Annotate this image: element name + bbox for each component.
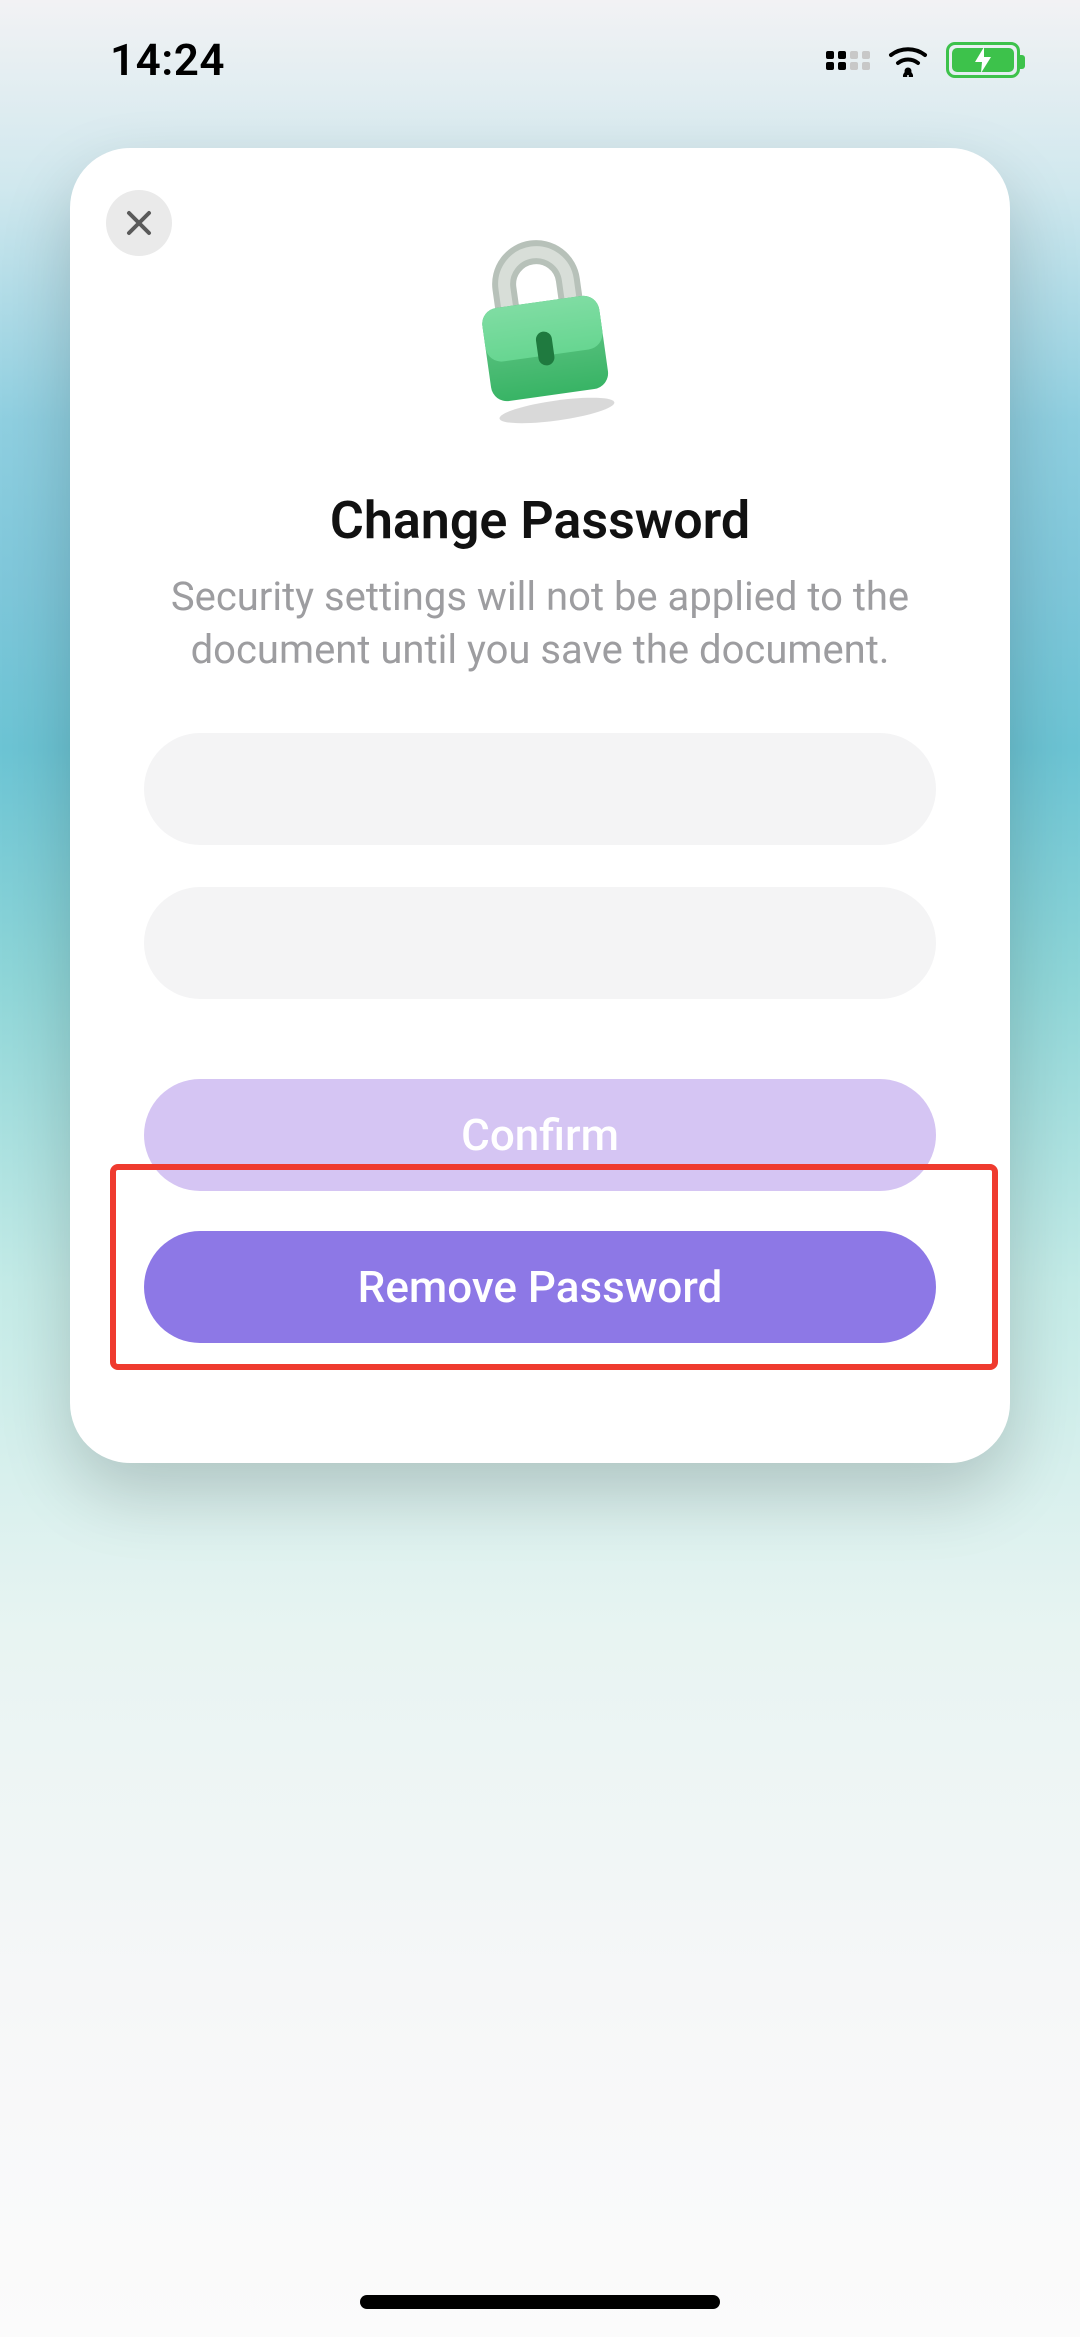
- confirm-button[interactable]: Confirm: [144, 1079, 936, 1191]
- wifi-icon: [886, 43, 930, 77]
- change-password-modal: Change Password Security settings will n…: [70, 148, 1010, 1463]
- status-icons: [826, 42, 1020, 78]
- lock-icon: [445, 226, 635, 430]
- remove-password-button-label: Remove Password: [358, 1261, 723, 1313]
- home-indicator: [360, 2295, 720, 2309]
- status-time: 14:24: [110, 34, 225, 86]
- signal-icon: [826, 51, 870, 70]
- modal-title: Change Password: [106, 490, 974, 551]
- confirm-button-label: Confirm: [461, 1109, 619, 1161]
- status-bar: 14:24: [0, 0, 1080, 120]
- confirm-password-field[interactable]: [144, 887, 936, 999]
- battery-charging-icon: [946, 42, 1020, 78]
- close-icon: [124, 208, 154, 238]
- password-field[interactable]: [144, 733, 936, 845]
- modal-subtitle: Security settings will not be applied to…: [106, 571, 974, 677]
- lock-illustration: [106, 226, 974, 430]
- remove-password-button[interactable]: Remove Password: [144, 1231, 936, 1343]
